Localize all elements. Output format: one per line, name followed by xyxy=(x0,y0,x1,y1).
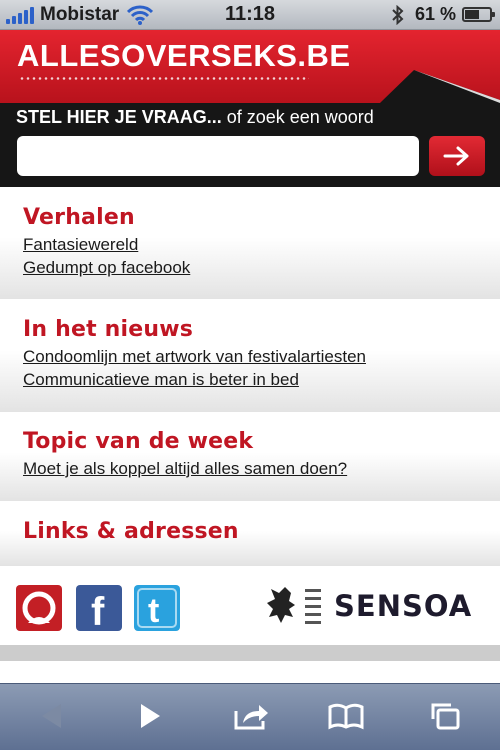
section-topic-van-de-week: Topic van de week Moet je als koppel alt… xyxy=(0,413,500,501)
back-button[interactable] xyxy=(32,698,72,734)
site-header: ALLESOVERSEKS.BE xyxy=(0,30,500,103)
footer-divider xyxy=(0,645,500,661)
twitter-letter: t xyxy=(148,592,159,630)
twitter-icon[interactable]: t xyxy=(134,585,180,631)
link-gedumpt-op-facebook[interactable]: Gedumpt op facebook xyxy=(23,256,500,279)
status-bar: Mobistar 11:18 61 % xyxy=(0,0,500,30)
battery-icon xyxy=(462,7,495,22)
forward-button[interactable] xyxy=(130,698,170,734)
site-logo[interactable]: ALLESOVERSEKS.BE xyxy=(17,38,351,74)
back-icon xyxy=(42,704,61,728)
bookmarks-icon xyxy=(328,703,364,730)
search-prompt-strong: STEL HIER JE VRAAG... xyxy=(16,107,222,127)
link-fantasiewereld[interactable]: Fantasiewereld xyxy=(23,233,500,256)
flemish-government-lion-icon[interactable] xyxy=(265,583,325,629)
browser-toolbar xyxy=(0,683,500,750)
tabs-button[interactable] xyxy=(424,698,464,734)
battery-percentage: 61 % xyxy=(414,4,456,24)
search-submit-button[interactable] xyxy=(429,136,485,176)
battery-level-fill xyxy=(465,10,479,19)
page-bottom-space xyxy=(0,661,500,683)
speech-bubble-tail-icon xyxy=(380,70,500,103)
allesoverseks-app-icon[interactable] xyxy=(16,585,62,631)
section-title-topic-van-de-week[interactable]: Topic van de week xyxy=(23,413,500,457)
link-condoomlijn[interactable]: Condoomlijn met artwork van festivalarti… xyxy=(23,345,500,368)
forward-icon xyxy=(141,704,160,728)
section-title-verhalen[interactable]: Verhalen xyxy=(23,187,500,233)
sensoa-logo[interactable]: SENSOA xyxy=(334,589,472,623)
share-button[interactable] xyxy=(232,698,272,734)
search-input[interactable] xyxy=(17,136,419,176)
section-verhalen: Verhalen Fantasiewereld Gedumpt op faceb… xyxy=(0,187,500,299)
section-in-het-nieuws: In het nieuws Condoomlijn met artwork va… xyxy=(0,300,500,412)
logo-dotted-underline xyxy=(19,77,309,80)
search-prompt-rest: of zoek een woord xyxy=(221,107,374,127)
facebook-letter: f xyxy=(91,590,105,631)
link-communicatieve-man[interactable]: Communicatieve man is beter in bed xyxy=(23,368,500,391)
bookmarks-button[interactable] xyxy=(326,698,366,734)
status-right: 61 % xyxy=(391,4,495,25)
facebook-icon[interactable]: f xyxy=(76,585,122,634)
bluetooth-icon xyxy=(392,4,404,25)
footer-logos: f t SENSOA xyxy=(0,567,500,645)
tabs-icon xyxy=(431,703,460,730)
section-title-in-het-nieuws[interactable]: In het nieuws xyxy=(23,300,500,345)
search-prompt: STEL HIER JE VRAAG... of zoek een woord xyxy=(16,107,374,128)
arrow-right-icon xyxy=(443,146,469,166)
search-area: STEL HIER JE VRAAG... of zoek een woord xyxy=(0,103,500,187)
section-title-links-adressen[interactable]: Links & adressen xyxy=(23,502,500,547)
section-links-adressen: Links & adressen xyxy=(0,502,500,566)
share-icon xyxy=(234,705,268,730)
link-koppel-alles-samen[interactable]: Moet je als koppel altijd alles samen do… xyxy=(23,457,500,480)
